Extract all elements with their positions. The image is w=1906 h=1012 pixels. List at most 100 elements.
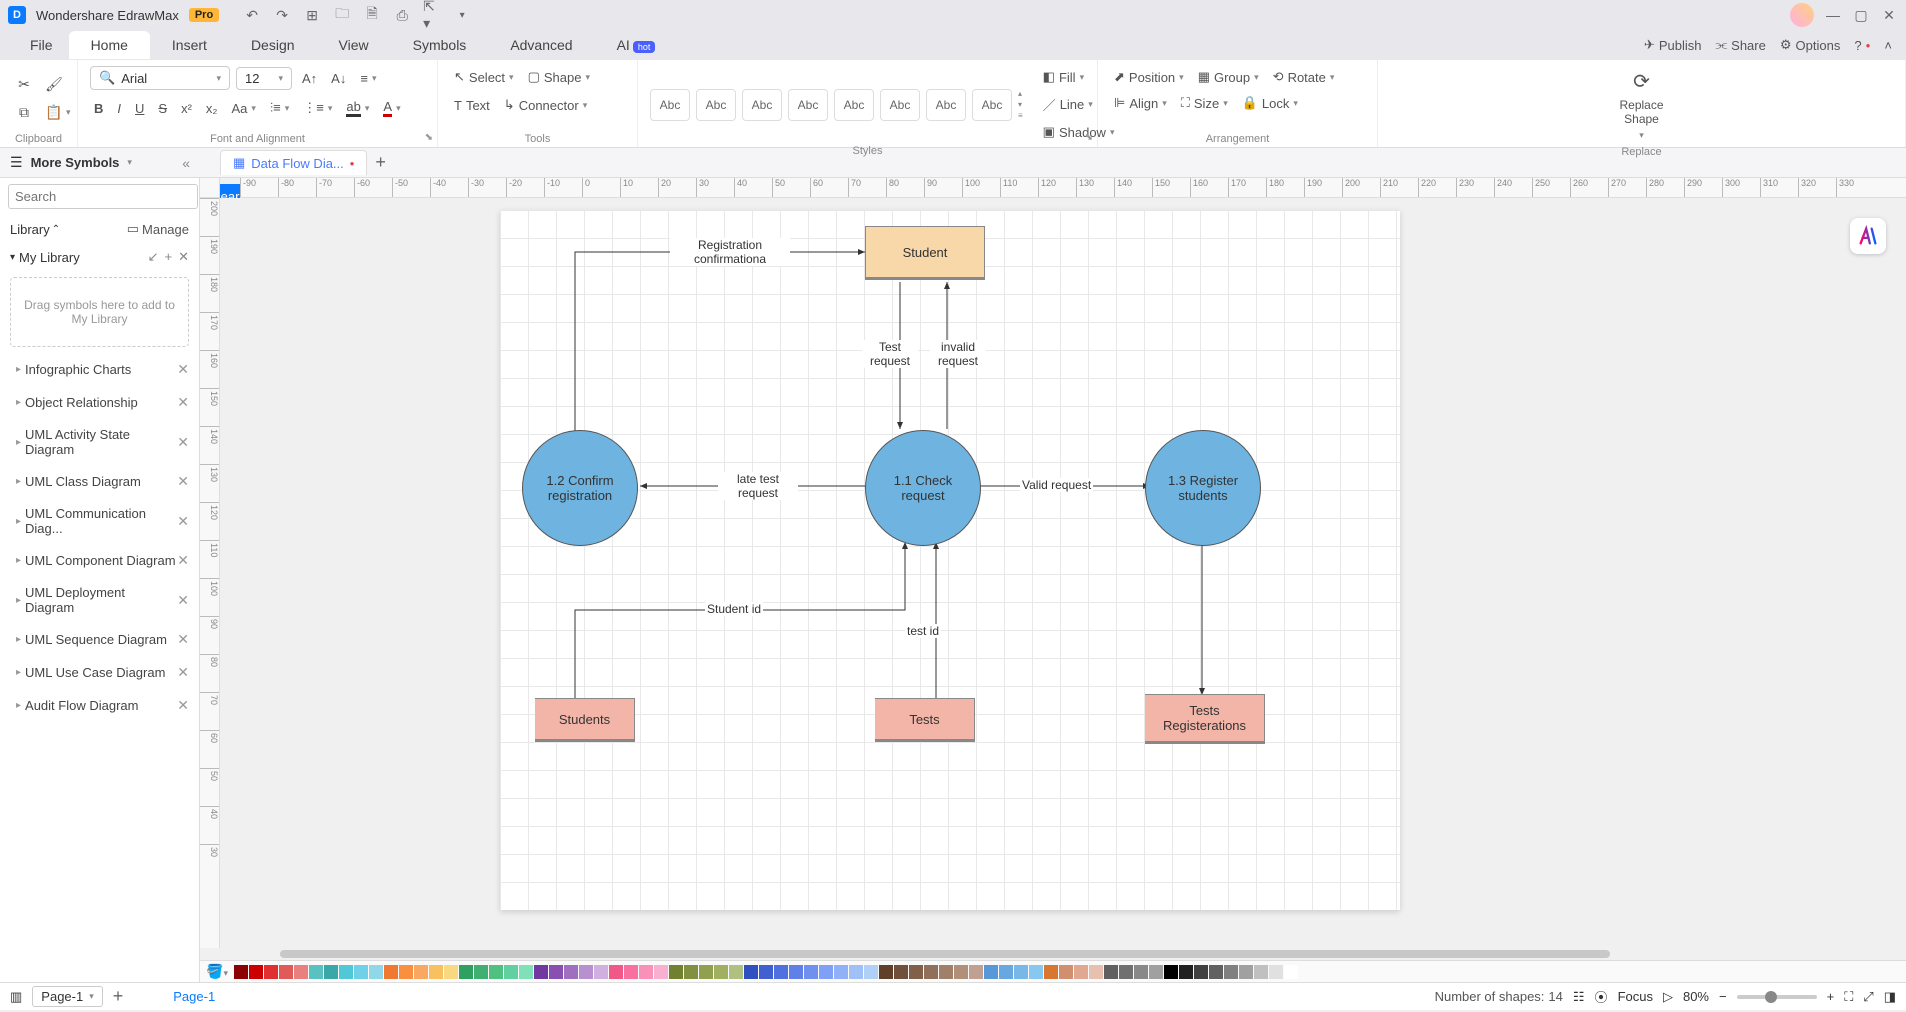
color-swatch[interactable] <box>564 965 578 979</box>
chevron-down-icon[interactable]: ▾ <box>127 157 132 168</box>
color-swatch[interactable] <box>354 965 368 979</box>
layers-icon[interactable]: ☷ <box>1573 989 1585 1005</box>
color-swatch[interactable] <box>834 965 848 979</box>
color-swatch[interactable] <box>384 965 398 979</box>
open-icon[interactable]: 🗀 <box>333 6 351 24</box>
color-swatch[interactable] <box>579 965 593 979</box>
copy-button[interactable]: ⧉ <box>12 102 36 124</box>
font-size-select[interactable]: 12▾ <box>236 67 292 90</box>
library-item[interactable]: ▸UML Communication Diag...✕ <box>0 498 199 544</box>
replace-shape-button[interactable]: ⟳ Replace Shape▾ <box>1615 66 1667 144</box>
sidebar-collapse-button[interactable]: « <box>182 155 190 171</box>
select-tool[interactable]: ↖Select▾ <box>450 66 518 88</box>
color-swatch[interactable] <box>444 965 458 979</box>
target-icon[interactable]: ⦿ <box>1595 987 1608 1006</box>
color-swatch[interactable] <box>954 965 968 979</box>
more-symbols-label[interactable]: More Symbols <box>31 155 120 170</box>
color-swatch[interactable] <box>1134 965 1148 979</box>
color-swatch[interactable] <box>744 965 758 979</box>
import-icon[interactable]: ↙ <box>148 249 159 265</box>
menu-home[interactable]: Home <box>69 31 150 59</box>
color-swatch[interactable] <box>459 965 473 979</box>
bold-button[interactable]: B <box>90 98 107 119</box>
increase-font-button[interactable]: A↑ <box>298 68 321 89</box>
bullet-button[interactable]: ⋮≡▾ <box>299 97 336 119</box>
style-scroll[interactable]: ▴▾≡ <box>1018 89 1023 120</box>
minimize-icon[interactable]: — <box>1824 6 1842 24</box>
page-tab[interactable]: Page-1 <box>173 989 215 1004</box>
add-page-button[interactable]: + <box>113 986 124 1007</box>
style-preset[interactable]: Abc <box>742 89 782 121</box>
rotate-button[interactable]: ⟲Rotate▾ <box>1269 66 1339 88</box>
color-swatch[interactable] <box>369 965 383 979</box>
styles-dialog-launcher[interactable]: ⬊ <box>1085 132 1093 143</box>
color-swatch[interactable] <box>1194 965 1208 979</box>
color-swatch[interactable] <box>714 965 728 979</box>
save-icon[interactable]: 🗎 <box>363 6 381 24</box>
connector-tool[interactable]: ↳Connector▾ <box>500 94 591 116</box>
library-item[interactable]: ▸UML Sequence Diagram✕ <box>0 623 199 656</box>
add-icon[interactable]: + <box>165 249 173 265</box>
align-text-button[interactable]: ≡▾ <box>356 68 380 89</box>
position-button[interactable]: ⬈Position▾ <box>1110 66 1188 88</box>
menu-insert[interactable]: Insert <box>150 31 229 59</box>
color-swatch[interactable] <box>1029 965 1043 979</box>
color-swatch[interactable] <box>939 965 953 979</box>
color-swatch[interactable] <box>264 965 278 979</box>
cut-button[interactable]: ✂ <box>12 74 36 96</box>
datastore-tests-reg[interactable]: Tests Registerations <box>1145 694 1265 744</box>
menu-advanced[interactable]: Advanced <box>488 31 594 59</box>
library-item[interactable]: ▸Audit Flow Diagram✕ <box>0 689 199 722</box>
decrease-font-button[interactable]: A↓ <box>327 68 350 89</box>
options-button[interactable]: ⚙Options <box>1780 37 1840 53</box>
color-swatch[interactable] <box>294 965 308 979</box>
close-icon[interactable]: ✕ <box>177 697 189 714</box>
qat-more-icon[interactable]: ▾ <box>453 6 471 24</box>
datastore-tests[interactable]: Tests <box>875 698 975 742</box>
canvas-page[interactable]: Student 1.2 Confirm registration 1.1 Che… <box>500 210 1400 910</box>
library-item[interactable]: ▸UML Component Diagram✕ <box>0 544 199 577</box>
canvas[interactable]: Student 1.2 Confirm registration 1.1 Che… <box>220 198 1906 948</box>
case-button[interactable]: Aa▾ <box>227 98 259 119</box>
color-swatch[interactable] <box>849 965 863 979</box>
library-item[interactable]: ▸UML Activity State Diagram✕ <box>0 419 199 465</box>
align-button[interactable]: ⊫Align▾ <box>1110 92 1171 114</box>
color-swatch[interactable] <box>624 965 638 979</box>
color-swatch[interactable] <box>249 965 263 979</box>
close-icon[interactable]: ✕ <box>177 513 189 530</box>
close-icon[interactable]: ✕ <box>177 552 189 569</box>
group-button[interactable]: ▦Group▾ <box>1194 66 1263 88</box>
user-avatar[interactable] <box>1790 3 1814 27</box>
style-preset[interactable]: Abc <box>972 89 1012 121</box>
color-swatch[interactable] <box>654 965 668 979</box>
close-icon[interactable]: ✕ <box>1880 6 1898 24</box>
color-swatch[interactable] <box>234 965 248 979</box>
color-swatch[interactable] <box>669 965 683 979</box>
library-collapse-icon[interactable]: ⌃ <box>52 224 60 235</box>
style-preset[interactable]: Abc <box>880 89 920 121</box>
font-dialog-launcher[interactable]: ⬊ <box>425 132 433 143</box>
color-swatch[interactable] <box>894 965 908 979</box>
new-icon[interactable]: ⊞ <box>303 6 321 24</box>
zoom-out-button[interactable]: − <box>1719 989 1727 1004</box>
export-icon[interactable]: ⇱ ▾ <box>423 6 441 24</box>
color-swatch[interactable] <box>474 965 488 979</box>
add-tab-button[interactable]: + <box>375 152 386 173</box>
close-icon[interactable]: ✕ <box>177 434 189 451</box>
color-swatch[interactable] <box>729 965 743 979</box>
color-swatch[interactable] <box>924 965 938 979</box>
color-swatch[interactable] <box>1239 965 1253 979</box>
color-swatch[interactable] <box>429 965 443 979</box>
close-icon[interactable]: ✕ <box>177 592 189 609</box>
font-color-button[interactable]: A▾ <box>379 96 404 120</box>
color-swatch[interactable] <box>1044 965 1058 979</box>
color-swatch[interactable] <box>594 965 608 979</box>
color-swatch[interactable] <box>489 965 503 979</box>
collapse-ribbon[interactable]: ˄ <box>1884 38 1892 53</box>
color-swatch[interactable] <box>984 965 998 979</box>
panel-toggle-icon[interactable]: ◨ <box>1884 989 1896 1005</box>
zoom-in-button[interactable]: + <box>1827 989 1835 1004</box>
paste-button[interactable]: 📋▾ <box>42 102 75 124</box>
page-selector[interactable]: Page-1▾ <box>32 986 102 1007</box>
redo-icon[interactable]: ↷ <box>273 6 291 24</box>
